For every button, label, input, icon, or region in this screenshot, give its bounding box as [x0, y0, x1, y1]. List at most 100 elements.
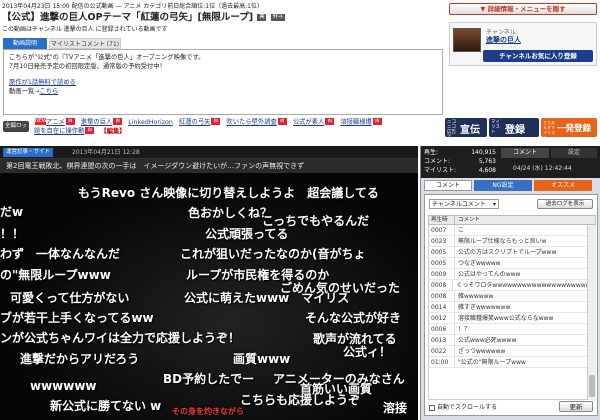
row-time: 0008 — [429, 291, 455, 301]
chat-comment: 公式頑張ってる — [205, 227, 289, 241]
views-value: 140,915 — [471, 149, 496, 156]
table-row[interactable]: 0022 ざっつwwwwww — [429, 346, 595, 357]
dictionary-icon[interactable]: 百 — [325, 118, 335, 125]
table-row[interactable]: 0008 雑wwwwww — [429, 291, 595, 302]
share-icon[interactable]: 共 — [257, 14, 267, 21]
chat-comment: ンが公式ちゃんワイは全力で応援しようぞ！ — [0, 331, 241, 345]
tag-koushiki[interactable]: 公式が素人 — [293, 119, 324, 126]
chat-comment: 公式ィ！ — [343, 345, 392, 359]
free-manga-link[interactable]: 原作が1話無料で読める — [9, 79, 76, 86]
chat-comment: の"無限ループwww — [0, 268, 111, 282]
row-comment: くっそワロタwwwwwwwwwwwwwwwwwwwwwww — [456, 282, 595, 289]
channel-note: この動画はチャンネル 進撃の巨人 に登録されている動画です — [2, 26, 168, 33]
current-date: 04/24 (水) 12:42:44 — [513, 165, 572, 172]
column-time[interactable]: 再生時 — [429, 216, 455, 224]
comment-table-header: 再生時 コメント — [428, 215, 596, 225]
tag-anime[interactable]: アニメ — [46, 119, 65, 126]
tab-settings-top[interactable]: 設定 — [551, 148, 597, 158]
table-row[interactable]: 0007 こ — [429, 225, 595, 236]
news-bar: 運営記事・サイト 2013年04月21日 12:28 — [0, 146, 418, 159]
scrollbar-thumb[interactable] — [589, 375, 595, 397]
news-headline-link[interactable]: 第2回電王戦敗北、棋界連盟の次の一手は イメージダウン避けたいが…ファンの声無視… — [0, 159, 418, 173]
chat-comment: こちらも応援しようぞ — [240, 393, 361, 407]
tweet-icon[interactable]: ﾂｲｰﾄ — [270, 14, 285, 21]
video-player[interactable]: 運営記事・サイト 2013年04月21日 12:28 第2回電王戦敗北、棋界連盟… — [0, 146, 418, 420]
row-comment: 公式www必死wwww — [458, 337, 517, 344]
table-row[interactable]: 0013 公式www必死wwww — [429, 335, 595, 346]
past-log-button[interactable]: 過去ログを表示 — [537, 199, 593, 209]
dictionary-icon[interactable]: 百 — [211, 118, 221, 125]
table-row[interactable]: 0005 公式の方はスクリプトでループwww — [429, 247, 595, 258]
chat-comment: ブが若干上手くなってるww — [0, 311, 154, 325]
edit-tags-link[interactable]: 【編集】 — [100, 128, 125, 137]
row-comment: 公式はやってんのwww — [458, 271, 521, 278]
tag-fuitara[interactable]: 吹いたら壁外調査 — [226, 119, 276, 126]
row-comment: 溶接職種爆笑www公式ならなwww — [458, 315, 554, 322]
chat-comment: 色おかしくね？ — [188, 206, 273, 220]
mylist-count-label: マイリスト: — [424, 167, 457, 174]
tag-shingeki[interactable]: 進撃の巨人 — [81, 119, 112, 126]
dictionary-icon[interactable]: 百 — [277, 118, 287, 125]
chat-comment: 進撃だからアリだろう — [20, 352, 140, 366]
channel-favorite-button[interactable]: チャンネルお気に入り登録 — [483, 50, 593, 62]
chat-comment: 新公式に勝てない w — [50, 399, 162, 413]
dictionary-icon[interactable]: 百 — [85, 127, 95, 134]
table-row[interactable]: 0006！？ — [429, 324, 595, 335]
tag-guren[interactable]: 紅蓮の弓矢 — [179, 119, 210, 126]
tag-list: NEWアニメ百 進撃の巨人百 LinkedHorizon 紅蓮の弓矢百 吹いたら… — [34, 118, 438, 136]
mylist-register-button[interactable]: マイリスト 登録 — [489, 118, 539, 137]
quick-mylist-button[interactable]: とりあえずマイリスト 一発登録 — [541, 118, 597, 140]
tab-recommend[interactable]: オススメ — [534, 180, 592, 191]
news-date: 2013年04月21日 12:28 — [72, 149, 140, 156]
row-time: 0009 — [429, 269, 455, 279]
video-list-link[interactable]: こちら — [39, 88, 58, 95]
row-time: 0014 — [429, 302, 455, 312]
chevron-down-icon: ▾ — [492, 201, 496, 208]
tab-ng-settings[interactable]: NG設定 — [474, 180, 532, 191]
table-row[interactable]: 0005 つなぎwwwww — [429, 258, 595, 269]
details-toggle-button[interactable]: ▼ 詳細情報・メニューを隠す — [449, 3, 597, 15]
comment-scrollbar[interactable] — [587, 225, 596, 400]
autoscroll-option[interactable]: 自動でスクロールする — [429, 403, 497, 412]
autoscroll-checkbox[interactable] — [429, 404, 435, 411]
table-row[interactable]: 0023 無限ループ仕様ならもっと良いw — [429, 236, 595, 247]
chat-comment: BD予約したでー — [163, 372, 255, 386]
tag-linkedhorizon[interactable]: LinkedHorizon — [128, 119, 173, 126]
advertise-button[interactable]: ニコニコ広告で 宣伝 — [445, 118, 487, 140]
lyric-subtitle: その身を灼きながら — [172, 407, 244, 416]
channel-thumbnail[interactable] — [453, 28, 481, 52]
tab-comment-top[interactable]: コメント — [501, 148, 549, 158]
dictionary-icon[interactable]: 百 — [113, 118, 123, 125]
views-label: 再生: — [424, 149, 439, 156]
mylist-count-value: 4,608 — [478, 167, 496, 174]
comment-list-panel: チャンネルコメント ▾ 過去ログを表示 再生時 コメント 0007 こ 0023 無限… — [424, 194, 598, 416]
comment-source-select[interactable]: チャンネルコメント ▾ — [429, 199, 499, 209]
row-time: 0005 — [429, 247, 455, 257]
tab-mylist-comments[interactable]: マイリストコメント (71) — [49, 38, 121, 49]
row-time: 0012 — [429, 313, 455, 323]
table-row[interactable]: 01:00 "公式の"無限ループwww — [429, 357, 595, 368]
advertise-label: 宣伝 — [460, 125, 480, 136]
table-row[interactable]: 0008 くっそワロタwwwwwwwwwwwwwwwwwwwwwww — [429, 280, 595, 291]
column-comment[interactable]: コメント — [455, 216, 480, 224]
tab-comments[interactable]: コメント — [424, 180, 472, 191]
chat-comment: これが狙いだったなのか(音がちょ — [180, 247, 366, 261]
comments-value: 5,763 — [478, 158, 496, 165]
table-row[interactable]: 0012 溶接職種爆笑www公式ならなwww — [429, 313, 595, 324]
refresh-button[interactable]: 更新 — [559, 401, 593, 412]
dictionary-icon[interactable]: 百 — [65, 118, 75, 125]
row-time: 0023 — [429, 236, 455, 246]
tab-description[interactable]: 動画説明 — [3, 38, 47, 49]
chat-comment: だw — [0, 205, 24, 219]
dictionary-icon[interactable]: 百 — [372, 118, 382, 125]
table-row[interactable]: 0009 公式はやってんのwww — [429, 269, 595, 280]
row-comment: ざっつwwwwww — [458, 348, 506, 355]
comment-table[interactable]: 0007 こ 0023 無限ループ仕様ならもっと良いw 0005 公式の方はスクリプト… — [428, 225, 596, 400]
chat-comment: 公式に萌えたwww マイリス — [184, 291, 350, 305]
tag-yousetsu[interactable]: 溶接職様爆 — [340, 119, 371, 126]
channel-box: チャンネル: 進撃の巨人 チャンネルお気に入り登録 — [449, 22, 597, 66]
channel-name-link[interactable]: 進撃の巨人 — [486, 35, 521, 45]
table-row[interactable]: 0014 雑すぎwwwwwww — [429, 302, 595, 313]
quick-mylist-label: 一発登録 — [557, 124, 592, 134]
tag-yoroi[interactable]: 鎧を自在に操作動 — [34, 128, 84, 135]
